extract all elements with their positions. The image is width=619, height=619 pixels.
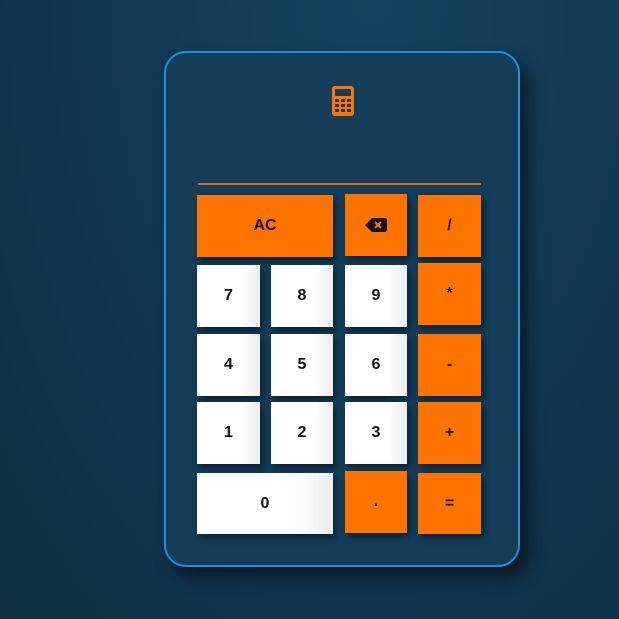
all-clear-button[interactable]: AC: [197, 195, 333, 257]
key-6-label: 6: [371, 356, 381, 373]
key-4-label: 4: [224, 356, 233, 373]
key-0[interactable]: 0: [197, 473, 333, 534]
calculator-icon: [332, 86, 354, 116]
key-3-label: 3: [371, 424, 381, 441]
key-8[interactable]: 8: [271, 265, 333, 327]
key-7[interactable]: 7: [197, 265, 260, 327]
key-9-label: 9: [371, 287, 381, 304]
key-6[interactable]: 6: [345, 334, 407, 396]
key-5[interactable]: 5: [271, 334, 333, 396]
plus-button[interactable]: +: [418, 402, 481, 464]
divide-button[interactable]: /: [418, 195, 481, 257]
key-1-label: 1: [224, 424, 233, 441]
key-3[interactable]: 3: [345, 402, 407, 464]
key-5-label: 5: [297, 356, 307, 373]
all-clear-label: AC: [253, 217, 277, 234]
equals-button[interactable]: =: [418, 473, 481, 534]
key-2[interactable]: 2: [271, 402, 333, 464]
divide-label: /: [447, 217, 452, 234]
equals-label: =: [444, 494, 455, 512]
key-8-label: 8: [297, 287, 307, 304]
decimal-label: .: [373, 493, 379, 510]
decimal-button[interactable]: .: [345, 471, 407, 533]
calculator-panel: AC / 7 8 9 * 4 5 6 - 1 2 3 + 0 . =: [164, 51, 520, 567]
backspace-icon: [365, 218, 387, 232]
key-1[interactable]: 1: [197, 402, 260, 464]
minus-label: -: [446, 356, 453, 373]
key-0-label: 0: [260, 494, 270, 512]
display-screen: [198, 153, 481, 185]
key-2-label: 2: [297, 424, 307, 441]
plus-label: +: [444, 424, 455, 441]
key-9[interactable]: 9: [345, 265, 407, 327]
backspace-button[interactable]: [345, 194, 407, 256]
multiply-label: *: [446, 285, 453, 302]
key-7-label: 7: [224, 287, 233, 304]
multiply-button[interactable]: *: [418, 263, 481, 325]
key-4[interactable]: 4: [197, 334, 260, 396]
minus-button[interactable]: -: [418, 334, 481, 396]
